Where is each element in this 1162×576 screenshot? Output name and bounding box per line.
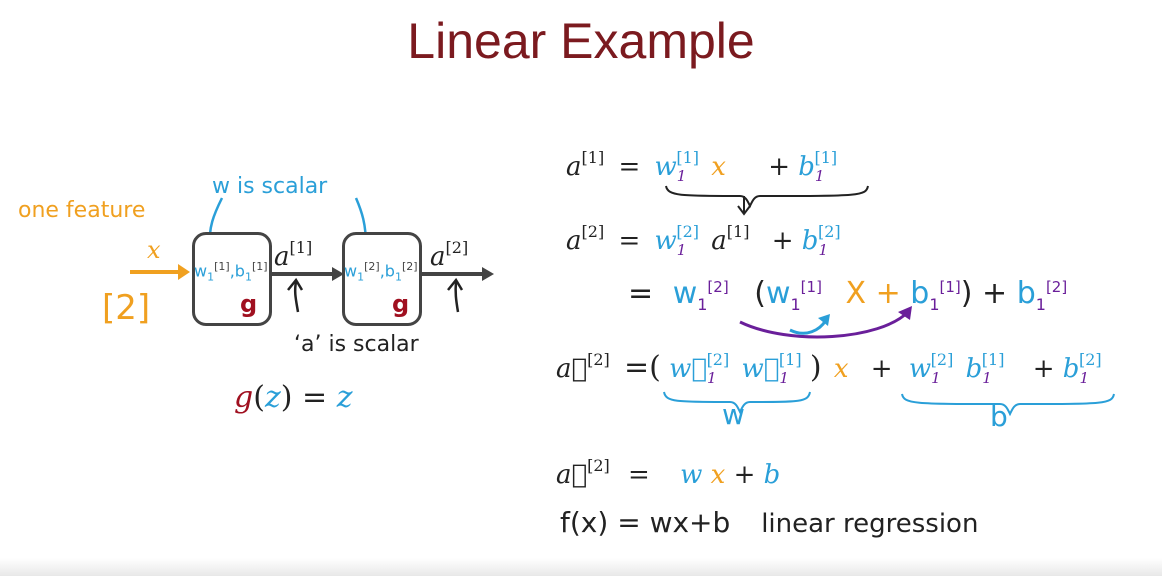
- equation-a2: a[2] = w1[2] a[1] + b1[2]: [566, 222, 841, 259]
- activation-a1: a[1]: [274, 238, 313, 272]
- equation-a2-expanded: = w1[2] (w1[1] X + b1[1]) + b1[2]: [628, 276, 1068, 314]
- node2-activation-g: g: [392, 290, 410, 318]
- brace-label-b: b: [990, 400, 1008, 433]
- equation-a1: a[1] = w1[1] x + b1[1]: [566, 148, 838, 185]
- linear-regression-equation: f(x) = wx+b linear regression: [560, 506, 979, 539]
- node1-params: w1[1],b1[1]: [194, 260, 268, 284]
- a-is-scalar-label: ‘a’ is scalar: [294, 332, 419, 357]
- bottom-shadow-bar: [0, 558, 1162, 576]
- node2-params: w1[2],b1[2]: [344, 260, 418, 284]
- node1-activation-g: g: [240, 290, 258, 318]
- brace-label-w: w: [722, 398, 745, 431]
- equation-simplified: a⃗[2] = w x + b: [556, 456, 781, 490]
- activation-function-definition: g(z) = z: [234, 380, 353, 415]
- equation-vector-a2: a⃗[2] =( w⃗1[2] w⃗1[1] ) x + w1[2] b1[1]…: [556, 350, 1102, 387]
- activation-a2: a[2]: [430, 238, 469, 272]
